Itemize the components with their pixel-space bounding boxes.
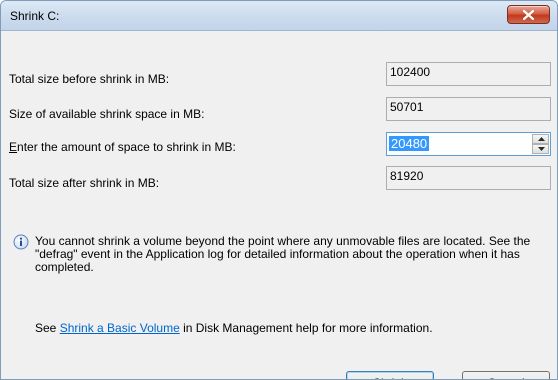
shrink-amount-input[interactable]: 20480 <box>389 136 430 151</box>
spin-buttons <box>532 134 549 154</box>
window-title: Shrink C: <box>10 9 60 23</box>
total-before-value: 102400 <box>386 62 551 86</box>
shrink-button[interactable]: Shrink <box>346 371 434 379</box>
close-x-icon <box>523 10 534 20</box>
help-link[interactable]: Shrink a Basic Volume <box>60 321 180 335</box>
chevron-up-icon <box>538 137 545 141</box>
cancel-label-text: ancel <box>496 376 525 380</box>
chevron-down-icon <box>538 147 545 151</box>
available-space-label: Size of available shrink space in MB: <box>9 107 205 121</box>
cancel-accesskey: C <box>487 376 496 380</box>
total-before-label: Total size before shrink in MB: <box>9 72 170 86</box>
total-after-label: Total size after shrink in MB: <box>9 176 160 190</box>
help-line: See Shrink a Basic Volume in Disk Manage… <box>35 321 433 335</box>
close-button[interactable] <box>507 5 550 24</box>
info-icon <box>13 234 29 250</box>
shrink-dialog: Shrink C: Total size before shrink in MB… <box>0 0 558 380</box>
spin-down-button[interactable] <box>532 144 549 154</box>
help-prefix: See <box>35 321 60 335</box>
help-suffix: in Disk Management help for more informa… <box>179 321 433 335</box>
enter-amount-label: Enter the amount of space to shrink in M… <box>9 140 236 154</box>
spin-up-button[interactable] <box>532 134 549 144</box>
available-space-value: 50701 <box>386 97 551 121</box>
total-after-value: 81920 <box>386 166 551 190</box>
title-bar[interactable]: Shrink C: <box>1 1 557 31</box>
enter-amount-accesskey: E <box>9 140 18 154</box>
enter-amount-label-text: nter the amount of space to shrink in MB… <box>17 140 236 154</box>
dialog-body: Total size before shrink in MB: 102400 S… <box>1 32 557 379</box>
cancel-button[interactable]: Cancel <box>462 371 550 380</box>
shrink-amount-spinbox[interactable]: 20480 <box>386 132 551 156</box>
info-message: You cannot shrink a volume beyond the po… <box>35 234 531 274</box>
